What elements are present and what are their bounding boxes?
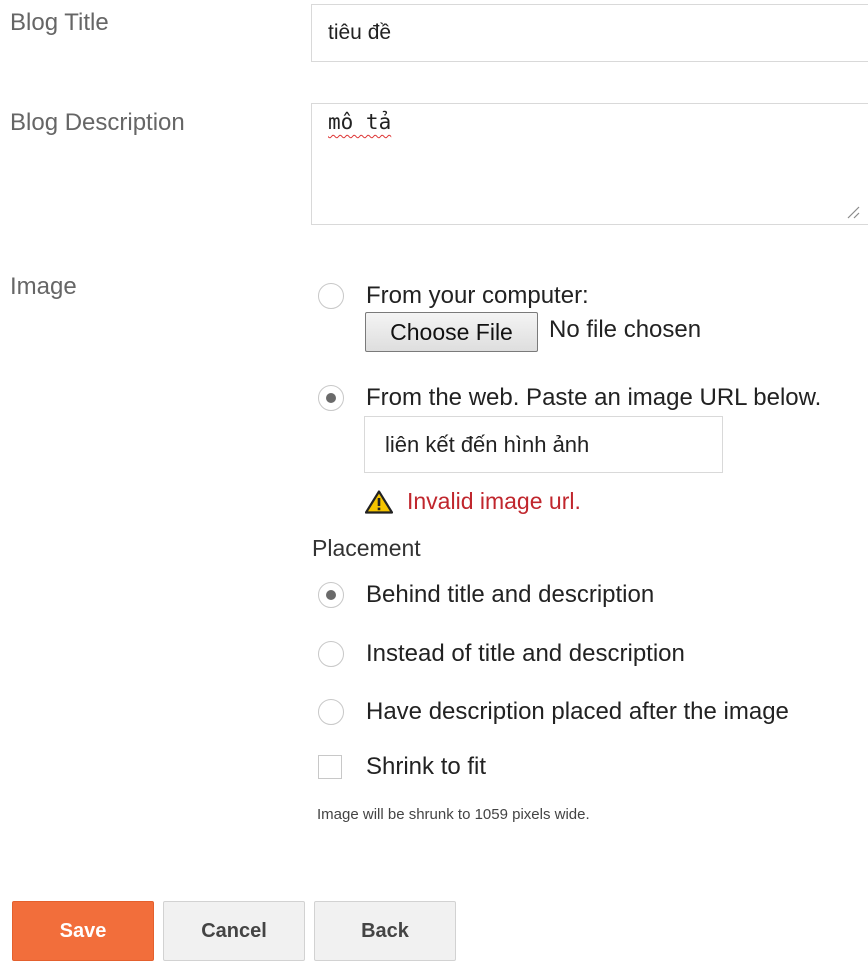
blog-title-input[interactable] <box>311 4 868 62</box>
radio-behind-title[interactable] <box>318 582 344 608</box>
radio-from-computer[interactable] <box>318 283 344 309</box>
blog-title-label: Blog Title <box>10 9 109 36</box>
shrink-note: Image will be shrunk to 1059 pixels wide… <box>317 806 590 823</box>
resize-grip-icon[interactable] <box>846 205 860 219</box>
choose-file-button[interactable]: Choose File <box>365 312 538 352</box>
radio-instead-of-title[interactable] <box>318 641 344 667</box>
no-file-chosen-text: No file chosen <box>549 316 702 343</box>
from-computer-label: From your computer: <box>366 282 589 309</box>
blog-description-label: Blog Description <box>10 109 185 136</box>
from-web-label: From the web. Paste an image URL below. <box>366 384 822 411</box>
radio-from-web[interactable] <box>318 385 344 411</box>
placement-option-after[interactable]: Have description placed after the image <box>318 698 789 726</box>
image-url-input[interactable] <box>364 416 723 473</box>
save-button[interactable]: Save <box>12 901 154 961</box>
placement-behind-label: Behind title and description <box>366 581 655 608</box>
placement-option-instead[interactable]: Instead of title and description <box>318 640 685 668</box>
image-source-computer[interactable]: From your computer: <box>318 282 589 310</box>
shrink-to-fit-checkbox[interactable] <box>318 755 342 779</box>
placement-heading: Placement <box>312 535 421 561</box>
shrink-to-fit-option[interactable]: Shrink to fit <box>318 753 486 781</box>
radio-description-after[interactable] <box>318 699 344 725</box>
back-button[interactable]: Back <box>314 901 456 961</box>
image-source-web[interactable]: From the web. Paste an image URL below. <box>318 384 821 412</box>
image-label: Image <box>10 273 77 300</box>
placement-after-label: Have description placed after the image <box>366 698 789 725</box>
placement-instead-label: Instead of title and description <box>366 640 685 667</box>
placement-option-behind[interactable]: Behind title and description <box>318 581 654 609</box>
image-url-error: Invalid image url. <box>365 488 581 515</box>
warning-triangle-icon <box>365 489 393 514</box>
shrink-to-fit-label: Shrink to fit <box>366 753 487 780</box>
error-message: Invalid image url. <box>407 488 581 514</box>
blog-description-textarea[interactable]: mô tả <box>311 103 868 225</box>
cancel-button[interactable]: Cancel <box>163 901 305 961</box>
